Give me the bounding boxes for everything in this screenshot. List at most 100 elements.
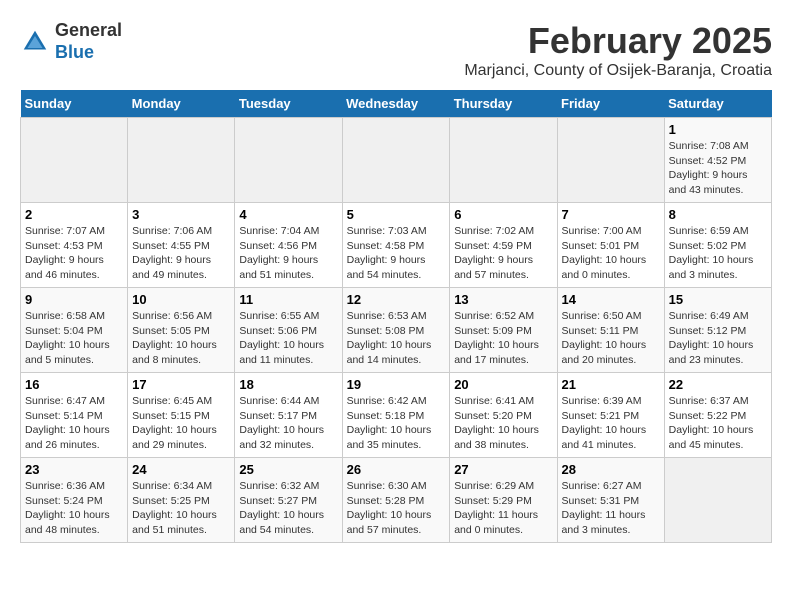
- day-number: 7: [562, 207, 660, 222]
- day-number: 2: [25, 207, 123, 222]
- day-number: 11: [239, 292, 337, 307]
- calendar-cell: [21, 118, 128, 203]
- calendar-cell: 12 Sunrise: 6:53 AM Sunset: 5:08 PM Dayli…: [342, 288, 450, 373]
- day-info: Sunrise: 6:52 AM Sunset: 5:09 PM Dayligh…: [454, 309, 552, 368]
- calendar-cell: 4 Sunrise: 7:04 AM Sunset: 4:56 PM Daylig…: [235, 203, 342, 288]
- day-number: 1: [669, 122, 767, 137]
- calendar-cell: 7 Sunrise: 7:00 AM Sunset: 5:01 PM Daylig…: [557, 203, 664, 288]
- calendar-cell: [450, 118, 557, 203]
- calendar-header-monday: Monday: [128, 90, 235, 118]
- day-number: 9: [25, 292, 123, 307]
- calendar-cell: 3Sunrise: 7:06 AM Sunset: 4:55 PM Daylig…: [128, 203, 235, 288]
- calendar-header-tuesday: Tuesday: [235, 90, 342, 118]
- day-number: 13: [454, 292, 552, 307]
- calendar-cell: 15 Sunrise: 6:49 AM Sunset: 5:12 PM Dayli…: [664, 288, 771, 373]
- day-number: 12: [347, 292, 446, 307]
- day-info: Sunrise: 6:50 AM Sunset: 5:11 PM Dayligh…: [562, 309, 660, 368]
- day-info: Sunrise: 7:03 AM Sunset: 4:58 PM Dayligh…: [347, 224, 446, 283]
- calendar-cell: 18 Sunrise: 6:44 AM Sunset: 5:17 PM Dayli…: [235, 373, 342, 458]
- day-number: 15: [669, 292, 767, 307]
- day-info: Sunrise: 6:41 AM Sunset: 5:20 PM Dayligh…: [454, 394, 552, 453]
- calendar-cell: 23 Sunrise: 6:36 AM Sunset: 5:24 PM Dayli…: [21, 458, 128, 543]
- logo-general: General: [55, 20, 122, 42]
- day-info: Sunrise: 6:37 AM Sunset: 5:22 PM Dayligh…: [669, 394, 767, 453]
- title-block: February 2025 Marjanci, County of Osijek…: [464, 20, 772, 80]
- calendar-cell: 27 Sunrise: 6:29 AM Sunset: 5:29 PM Dayli…: [450, 458, 557, 543]
- logo-text: General Blue: [55, 20, 122, 63]
- calendar-cell: 5 Sunrise: 7:03 AM Sunset: 4:58 PM Daylig…: [342, 203, 450, 288]
- calendar-cell: 26 Sunrise: 6:30 AM Sunset: 5:28 PM Dayli…: [342, 458, 450, 543]
- day-info: Sunrise: 6:59 AM Sunset: 5:02 PM Dayligh…: [669, 224, 767, 283]
- day-number: 24: [132, 462, 230, 477]
- calendar-header-row: SundayMondayTuesdayWednesdayThursdayFrid…: [21, 90, 772, 118]
- day-info: Sunrise: 6:47 AM Sunset: 5:14 PM Dayligh…: [25, 394, 123, 453]
- calendar-cell: [235, 118, 342, 203]
- day-number: 5: [347, 207, 446, 222]
- day-number: 3: [132, 207, 230, 222]
- calendar-cell: 2 Sunrise: 7:07 AM Sunset: 4:53 PM Daylig…: [21, 203, 128, 288]
- calendar-cell: 6 Sunrise: 7:02 AM Sunset: 4:59 PM Daylig…: [450, 203, 557, 288]
- calendar-cell: 24Sunrise: 6:34 AM Sunset: 5:25 PM Dayli…: [128, 458, 235, 543]
- calendar-header-thursday: Thursday: [450, 90, 557, 118]
- day-number: 10: [132, 292, 230, 307]
- calendar-cell: 16 Sunrise: 6:47 AM Sunset: 5:14 PM Dayli…: [21, 373, 128, 458]
- day-info: Sunrise: 7:08 AM Sunset: 4:52 PM Dayligh…: [669, 139, 767, 198]
- day-info: Sunrise: 6:45 AM Sunset: 5:15 PM Dayligh…: [132, 394, 230, 453]
- calendar-cell: 25 Sunrise: 6:32 AM Sunset: 5:27 PM Dayli…: [235, 458, 342, 543]
- day-number: 16: [25, 377, 123, 392]
- day-number: 26: [347, 462, 446, 477]
- day-info: Sunrise: 6:49 AM Sunset: 5:12 PM Dayligh…: [669, 309, 767, 368]
- day-number: 6: [454, 207, 552, 222]
- day-number: 4: [239, 207, 337, 222]
- day-info: Sunrise: 6:53 AM Sunset: 5:08 PM Dayligh…: [347, 309, 446, 368]
- calendar-cell: 1 Sunrise: 7:08 AM Sunset: 4:52 PM Daylig…: [664, 118, 771, 203]
- day-number: 28: [562, 462, 660, 477]
- day-info: Sunrise: 6:44 AM Sunset: 5:17 PM Dayligh…: [239, 394, 337, 453]
- day-info: Sunrise: 7:02 AM Sunset: 4:59 PM Dayligh…: [454, 224, 552, 283]
- calendar-table: SundayMondayTuesdayWednesdayThursdayFrid…: [20, 90, 772, 543]
- logo-icon: [20, 27, 50, 57]
- calendar-cell: 19Sunrise: 6:42 AM Sunset: 5:18 PM Dayli…: [342, 373, 450, 458]
- day-info: Sunrise: 7:07 AM Sunset: 4:53 PM Dayligh…: [25, 224, 123, 283]
- day-number: 27: [454, 462, 552, 477]
- day-number: 20: [454, 377, 552, 392]
- day-info: Sunrise: 6:36 AM Sunset: 5:24 PM Dayligh…: [25, 479, 123, 538]
- calendar-cell: [342, 118, 450, 203]
- calendar-cell: 11Sunrise: 6:55 AM Sunset: 5:06 PM Dayli…: [235, 288, 342, 373]
- calendar-week-row: 16 Sunrise: 6:47 AM Sunset: 5:14 PM Dayli…: [21, 373, 772, 458]
- calendar-week-row: 9 Sunrise: 6:58 AM Sunset: 5:04 PM Daylig…: [21, 288, 772, 373]
- day-info: Sunrise: 7:04 AM Sunset: 4:56 PM Dayligh…: [239, 224, 337, 283]
- day-number: 22: [669, 377, 767, 392]
- day-number: 8: [669, 207, 767, 222]
- day-number: 17: [132, 377, 230, 392]
- calendar-cell: 10Sunrise: 6:56 AM Sunset: 5:05 PM Dayli…: [128, 288, 235, 373]
- calendar-week-row: 1 Sunrise: 7:08 AM Sunset: 4:52 PM Daylig…: [21, 118, 772, 203]
- calendar-week-row: 23 Sunrise: 6:36 AM Sunset: 5:24 PM Dayli…: [21, 458, 772, 543]
- day-number: 21: [562, 377, 660, 392]
- calendar-cell: 17 Sunrise: 6:45 AM Sunset: 5:15 PM Dayli…: [128, 373, 235, 458]
- day-number: 25: [239, 462, 337, 477]
- calendar-header-wednesday: Wednesday: [342, 90, 450, 118]
- day-info: Sunrise: 6:58 AM Sunset: 5:04 PM Dayligh…: [25, 309, 123, 368]
- calendar-header-saturday: Saturday: [664, 90, 771, 118]
- day-info: Sunrise: 6:39 AM Sunset: 5:21 PM Dayligh…: [562, 394, 660, 453]
- day-number: 23: [25, 462, 123, 477]
- month-title: February 2025: [464, 20, 772, 62]
- calendar-cell: 20 Sunrise: 6:41 AM Sunset: 5:20 PM Dayli…: [450, 373, 557, 458]
- day-info: Sunrise: 6:42 AM Sunset: 5:18 PM Dayligh…: [347, 394, 446, 453]
- calendar-cell: 13 Sunrise: 6:52 AM Sunset: 5:09 PM Dayli…: [450, 288, 557, 373]
- calendar-week-row: 2 Sunrise: 7:07 AM Sunset: 4:53 PM Daylig…: [21, 203, 772, 288]
- calendar-header-friday: Friday: [557, 90, 664, 118]
- day-info: Sunrise: 6:32 AM Sunset: 5:27 PM Dayligh…: [239, 479, 337, 538]
- day-info: Sunrise: 6:29 AM Sunset: 5:29 PM Dayligh…: [454, 479, 552, 538]
- calendar-cell: [128, 118, 235, 203]
- calendar-cell: [557, 118, 664, 203]
- calendar-cell: 28Sunrise: 6:27 AM Sunset: 5:31 PM Dayli…: [557, 458, 664, 543]
- calendar-cell: 8 Sunrise: 6:59 AM Sunset: 5:02 PM Daylig…: [664, 203, 771, 288]
- location: Marjanci, County of Osijek-Baranja, Croa…: [464, 62, 772, 80]
- logo: General Blue: [20, 20, 122, 63]
- day-number: 18: [239, 377, 337, 392]
- day-info: Sunrise: 7:00 AM Sunset: 5:01 PM Dayligh…: [562, 224, 660, 283]
- day-info: Sunrise: 6:30 AM Sunset: 5:28 PM Dayligh…: [347, 479, 446, 538]
- calendar-cell: 22 Sunrise: 6:37 AM Sunset: 5:22 PM Dayli…: [664, 373, 771, 458]
